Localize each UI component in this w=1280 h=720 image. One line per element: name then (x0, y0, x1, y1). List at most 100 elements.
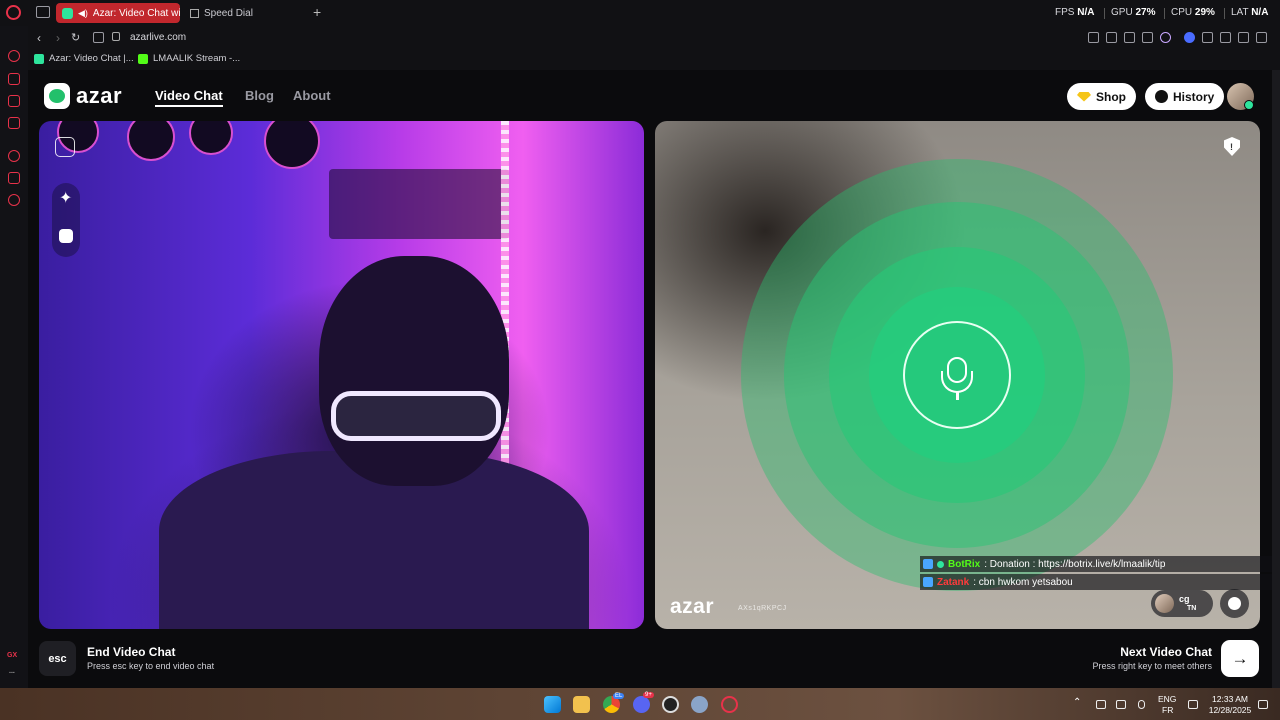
azar-watermark: azar (670, 595, 715, 618)
nav-video-chat[interactable]: Video Chat (155, 88, 223, 107)
opera-gx-logo-icon[interactable] (6, 5, 21, 20)
vpn-icon[interactable] (1184, 32, 1195, 43)
perf-divider (1224, 8, 1225, 19)
bookmark-azar[interactable]: Azar: Video Chat |... (34, 53, 134, 64)
bookmark-kick-label: LMAALIK Stream -... (153, 53, 241, 64)
settings-app-icon[interactable] (691, 696, 708, 713)
next-chat-title[interactable]: Next Video Chat (1120, 645, 1212, 659)
shop-button[interactable]: Shop (1067, 83, 1136, 110)
azar-logo[interactable]: azar (44, 83, 122, 109)
peer-info-chip[interactable]: cg TN (1151, 590, 1213, 617)
camera-icon[interactable] (93, 32, 104, 43)
peer-avatar (1155, 594, 1174, 613)
gpu-label: GPU (1111, 7, 1133, 18)
fps-label: FPS (1055, 7, 1075, 18)
settings-icon[interactable] (8, 194, 20, 206)
chat-button[interactable] (1220, 589, 1249, 618)
chrome-profile-badge: EL (613, 693, 625, 699)
clock-date[interactable]: 12/28/2025 (1207, 705, 1253, 715)
gx-corner-icon[interactable] (8, 73, 20, 85)
cpu-percent: % (1206, 7, 1215, 18)
speed-dial-icon (190, 8, 199, 18)
wall-record-decoration (189, 121, 233, 155)
overlay-chat-message: : Donation : https://botrix.live/k/lmaal… (984, 558, 1166, 570)
pin-icon[interactable] (1088, 32, 1099, 43)
overlay-chat-user: Zatank (937, 576, 970, 588)
discord-icon[interactable] (633, 696, 650, 713)
extensions-icon[interactable] (8, 172, 20, 184)
clock-time[interactable]: 12:33 AM (1210, 694, 1250, 704)
chat-bubble-icon (1228, 597, 1241, 610)
reload-icon[interactable]: ↻ (71, 31, 80, 44)
volume-icon[interactable] (1116, 700, 1126, 709)
kick-badge-icon (923, 559, 933, 569)
azar-favicon-icon (62, 7, 73, 19)
forward-arrow-icon[interactable]: › (56, 31, 60, 45)
end-chat-key-button[interactable]: esc (39, 641, 76, 676)
lat-readout: LAT N/A (1231, 7, 1268, 18)
tab-azar-label: Azar: Video Chat with (92, 7, 180, 19)
more-icon[interactable]: ... (9, 668, 15, 675)
browser-tab-strip: ◀) Azar: Video Chat with Speed Dial + FP… (0, 0, 1280, 26)
shield-icon[interactable] (1124, 32, 1135, 43)
nav-about[interactable]: About (293, 88, 331, 103)
browser-address-bar: ‹ › ↻ azarlive.com (28, 26, 1280, 50)
bookmark-kick[interactable]: LMAALIK Stream -... (138, 53, 240, 64)
next-chat-button[interactable]: → (1221, 640, 1259, 677)
twitch-icon[interactable] (8, 95, 20, 107)
mail-icon[interactable] (8, 117, 20, 129)
language-top[interactable]: ENG (1158, 694, 1176, 704)
peer-name: cg (1179, 594, 1190, 604)
windows-start-icon[interactable] (544, 696, 561, 713)
face-filter-icon[interactable] (59, 229, 73, 243)
wallet-icon[interactable] (1220, 32, 1231, 43)
person-head (319, 256, 509, 486)
heart-icon[interactable] (1160, 32, 1171, 43)
end-chat-title[interactable]: End Video Chat (87, 645, 175, 659)
history-button[interactable]: History (1145, 83, 1225, 110)
lat-label: LAT (1231, 7, 1249, 18)
gx-control-icon[interactable] (8, 50, 20, 62)
extensions-icon[interactable] (1202, 32, 1213, 43)
url-field[interactable]: azarlive.com (130, 32, 186, 43)
kick-favicon-icon (138, 53, 148, 64)
new-tab-button[interactable]: + (313, 4, 321, 20)
screenshot-icon[interactable] (1106, 32, 1117, 43)
play-icon[interactable] (1142, 32, 1153, 43)
perf-divider (1104, 8, 1105, 19)
gpu-readout: GPU 27% (1111, 7, 1155, 18)
headset-icon[interactable] (1096, 700, 1106, 709)
sparkle-effects-icon[interactable]: ✦ (59, 191, 72, 207)
language-bottom[interactable]: FR (1162, 705, 1173, 715)
windows-taskbar: EL 9+ ⌃ ENG FR 12:33 AM 12/28/2025 (0, 688, 1280, 720)
download-icon[interactable] (1238, 32, 1249, 43)
nav-blog[interactable]: Blog (245, 88, 274, 103)
self-video: ✦ (39, 121, 644, 629)
tab-sidebar-icon[interactable] (36, 6, 50, 18)
pip-toggle-icon[interactable] (55, 137, 75, 157)
notification-icon[interactable] (1258, 700, 1268, 709)
gx-label[interactable]: GX (7, 652, 17, 659)
bot-badge-icon (937, 560, 944, 568)
tab-speed-dial[interactable]: Speed Dial (184, 3, 304, 23)
opera-gx-icon[interactable] (721, 696, 738, 713)
back-arrow-icon[interactable]: ‹ (37, 31, 41, 45)
next-chat-hint: Press right key to meet others (1092, 661, 1212, 671)
history-icon[interactable] (8, 150, 20, 162)
azar-favicon-icon (34, 53, 44, 64)
obs-icon[interactable] (662, 696, 679, 713)
page-scrollbar[interactable] (1272, 70, 1280, 688)
lock-icon[interactable] (112, 32, 120, 41)
microphone-tray-icon[interactable] (1138, 700, 1145, 709)
menu-icon[interactable] (1256, 32, 1267, 43)
cpu-label: CPU (1171, 7, 1193, 18)
speaker-icon[interactable]: ◀) (78, 8, 88, 19)
overlay-chat-line: BotRix : Donation : https://botrix.live/… (920, 556, 1280, 572)
clock-icon (1155, 90, 1168, 103)
tab-azar[interactable]: ◀) Azar: Video Chat with (56, 3, 180, 23)
display-icon[interactable] (1188, 700, 1198, 709)
tray-chevron-icon[interactable]: ⌃ (1073, 697, 1081, 708)
file-explorer-icon[interactable] (573, 696, 590, 713)
azar-logo-text: azar (76, 83, 123, 108)
gem-icon (1077, 91, 1091, 102)
